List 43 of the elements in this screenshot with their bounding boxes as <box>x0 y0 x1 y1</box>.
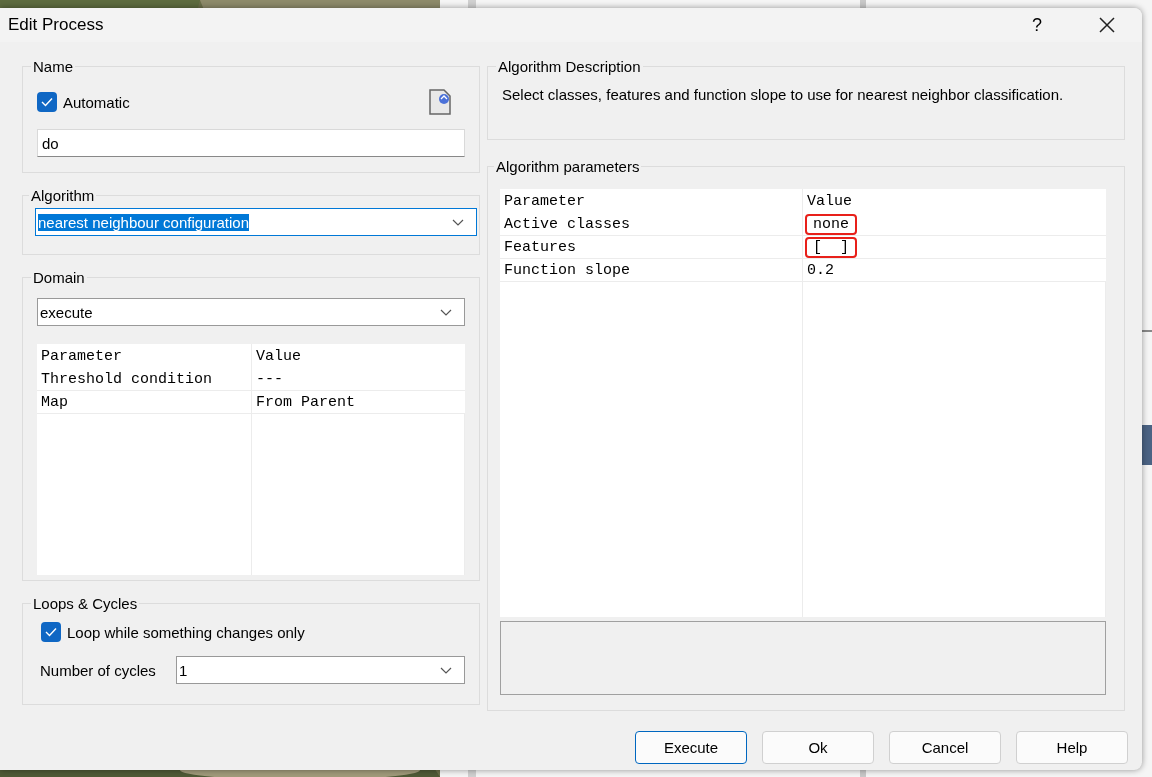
checkmark-icon <box>41 97 53 107</box>
document-icon[interactable] <box>429 89 451 115</box>
checkbox[interactable] <box>41 622 61 642</box>
chevron-down-icon <box>440 308 452 316</box>
table-cell: --- <box>256 370 283 388</box>
algorithm-dropdown[interactable]: nearest neighbour configuration <box>35 208 477 236</box>
group-label: Name <box>32 58 74 75</box>
table-cell: Threshold condition <box>41 370 213 388</box>
chevron-down-icon <box>440 666 452 674</box>
table-cell: Function slope <box>504 261 631 279</box>
table-cell: [ ] <box>807 238 855 256</box>
group-label: Domain <box>32 269 86 286</box>
algorithm-description: Select classes, features and function slope to use for nearest neighbor classification. <box>502 85 1065 105</box>
checkbox-label: Automatic <box>63 93 130 111</box>
column-header: Value <box>256 347 301 365</box>
column-header: Parameter <box>504 192 585 210</box>
column-header: Value <box>807 192 852 210</box>
name-input[interactable]: do <box>37 129 465 157</box>
group-label: Algorithm parameters <box>495 158 641 175</box>
checkmark-icon <box>45 627 57 637</box>
dialog-button[interactable]: Help <box>1016 731 1128 764</box>
checkbox-label: Loop while something changes only <box>67 623 305 641</box>
dialog-button[interactable]: Cancel <box>889 731 1001 764</box>
table-cell: Active classes <box>504 215 631 233</box>
table-cell: none <box>807 215 855 233</box>
cycles-label: Number of cycles <box>40 661 156 679</box>
column-header: Parameter <box>41 347 122 365</box>
help-button[interactable]: ? <box>1002 8 1072 42</box>
table-cell: Map <box>41 393 68 411</box>
dialog-button[interactable]: Execute <box>635 731 747 764</box>
chevron-down-icon <box>452 218 464 226</box>
domain-dropdown[interactable]: execute <box>37 298 465 326</box>
cycles-dropdown[interactable]: 1 <box>175 656 465 684</box>
group-label: Loops & Cycles <box>32 595 139 612</box>
group-label: Algorithm Description <box>497 58 642 75</box>
close-icon <box>1099 17 1115 33</box>
dialog-button[interactable]: Ok <box>762 731 874 764</box>
checkbox[interactable] <box>37 92 57 112</box>
group-label: Algorithm <box>30 187 96 204</box>
table-cell: Features <box>504 238 576 256</box>
table-cell: 0.2 <box>807 261 834 279</box>
window-title: Edit Process <box>8 15 105 35</box>
table-cell: From Parent <box>256 393 356 411</box>
